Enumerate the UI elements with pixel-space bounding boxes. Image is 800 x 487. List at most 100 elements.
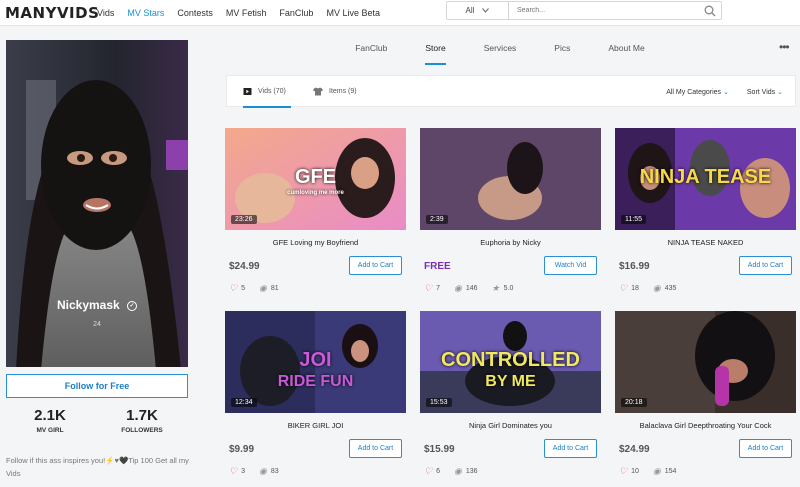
- likes[interactable]: ♡ 3: [229, 466, 245, 477]
- star-icon: ★: [491, 283, 500, 293]
- heart-icon: ♡: [229, 283, 238, 293]
- chevron-down-icon: ⌄: [723, 89, 729, 96]
- likes[interactable]: ♡ 6: [424, 466, 440, 477]
- nav-mv-fetish[interactable]: MV Fetish: [226, 8, 267, 18]
- video-card[interactable]: 2:39 Euphoria by Nicky FREE Watch Vid ♡ 7 ◉ 146…: [420, 128, 601, 304]
- chevron-down-icon: [482, 8, 490, 13]
- store-filter-bar: Vids (70) Items (9) All My Categories ⌄ …: [226, 75, 796, 108]
- views-count: 154: [664, 468, 677, 475]
- video-price: FREE: [424, 261, 451, 272]
- likes[interactable]: ♡ 10: [619, 466, 639, 477]
- video-card[interactable]: CONTROLLED BY ME 15:53 Ninja Girl Dominates…: [420, 311, 601, 487]
- profile-sidebar: Nickymask ✓ 24 Follow for Free 2.1K MV G…: [0, 26, 200, 478]
- add-to-cart-button[interactable]: Add to Cart: [739, 256, 792, 275]
- video-thumbnail[interactable]: 20:18: [615, 311, 796, 413]
- add-to-cart-button[interactable]: Add to Cart: [349, 256, 402, 275]
- video-card[interactable]: GFE cumloving me more 23:26 GFE Loving my B…: [225, 128, 406, 304]
- nav-vids[interactable]: Vids: [97, 8, 114, 18]
- eye-icon: ◉: [453, 283, 462, 293]
- tab-pics[interactable]: Pics: [554, 26, 570, 66]
- video-thumbnail[interactable]: NINJA TEASE 11:55: [615, 128, 796, 230]
- tab-store[interactable]: Store: [425, 26, 447, 66]
- video-price: $15.99: [424, 444, 455, 455]
- video-thumbnail[interactable]: GFE cumloving me more 23:26: [225, 128, 406, 230]
- views: ◉ 136: [454, 466, 478, 477]
- more-options-icon[interactable]: •••: [779, 40, 790, 54]
- filter-controls: All My Categories ⌄ Sort Vids ⌄: [666, 76, 783, 108]
- likes[interactable]: ♡ 18: [619, 283, 639, 294]
- likes-count: 5: [241, 285, 245, 292]
- video-title[interactable]: GFE Loving my Boyfriend: [225, 238, 406, 247]
- views: ◉ 81: [259, 283, 279, 294]
- video-card[interactable]: JOI RIDE FUN 12:34 BIKER GIRL JOI $9.99 Add t…: [225, 311, 406, 487]
- video-thumbnail[interactable]: CONTROLLED BY ME 15:53: [420, 311, 601, 413]
- tab-services[interactable]: Services: [484, 26, 517, 66]
- video-stats: ♡ 7 ◉ 146 ★ 5.0: [424, 283, 527, 294]
- shirt-icon: [313, 87, 323, 95]
- search-scope-select[interactable]: All: [447, 2, 509, 19]
- categories-label: All My Categories: [666, 89, 722, 96]
- views: ◉ 146: [454, 283, 478, 294]
- sort-dropdown[interactable]: Sort Vids ⌄: [747, 88, 783, 96]
- thumbnail-overlay-subtext: cumloving me more: [287, 190, 344, 196]
- search-icon[interactable]: [699, 5, 721, 17]
- video-price: $24.99: [229, 261, 260, 272]
- tab-about-me[interactable]: About Me: [608, 26, 644, 66]
- nav-contests[interactable]: Contests: [177, 8, 213, 18]
- video-card[interactable]: 20:18 Balaclava Girl Deepthroating Your C…: [615, 311, 796, 487]
- thumbnail-overlay-subtext: RIDE FUN: [277, 373, 354, 390]
- top-bar: MANYVIDS Vids MV Stars Contests MV Fetis…: [0, 0, 800, 26]
- stat-label: MV GIRL: [36, 427, 64, 434]
- thumbnail-overlay-text: GFE: [294, 166, 337, 188]
- main-nav: Vids MV Stars Contests MV Fetish FanClub…: [97, 8, 393, 18]
- video-card[interactable]: NINJA TEASE 11:55 NINJA TEASE NAKED $16.99 A…: [615, 128, 796, 304]
- profile-tabs: FanClub Store Services Pics About Me: [200, 26, 800, 66]
- video-title[interactable]: Euphoria by Nicky: [420, 238, 601, 247]
- follow-button[interactable]: Follow for Free: [6, 374, 188, 398]
- heart-icon: ♡: [424, 283, 433, 293]
- video-title[interactable]: NINJA TEASE NAKED: [615, 238, 796, 247]
- search-input[interactable]: [509, 7, 699, 14]
- filter-tab-vids[interactable]: Vids (70): [243, 75, 291, 108]
- eye-icon: ◉: [652, 466, 661, 476]
- video-thumbnail[interactable]: 2:39: [420, 128, 601, 230]
- thumbnail-overlay-text: JOI: [299, 349, 332, 371]
- watch-vid-button[interactable]: Watch Vid: [544, 256, 597, 275]
- rating: ★ 5.0: [492, 283, 514, 294]
- video-title[interactable]: Balaclava Girl Deepthroating Your Cock: [615, 421, 796, 430]
- video-stats: ♡ 6 ◉ 136: [424, 466, 492, 477]
- categories-dropdown[interactable]: All My Categories ⌄: [666, 88, 729, 96]
- likes-count: 10: [631, 468, 639, 475]
- heart-icon: ♡: [619, 466, 628, 476]
- add-to-cart-button[interactable]: Add to Cart: [739, 439, 792, 458]
- add-to-cart-button[interactable]: Add to Cart: [544, 439, 597, 458]
- tab-fanclub[interactable]: FanClub: [355, 26, 387, 66]
- video-title[interactable]: BIKER GIRL JOI: [225, 421, 406, 430]
- video-price: $9.99: [229, 444, 255, 455]
- views-count: 81: [270, 285, 279, 292]
- video-duration: 2:39: [426, 215, 448, 224]
- video-thumbnail[interactable]: JOI RIDE FUN 12:34: [225, 311, 406, 413]
- nav-mv-stars[interactable]: MV Stars: [127, 8, 164, 18]
- likes-count: 6: [436, 468, 440, 475]
- views: ◉ 83: [259, 466, 279, 477]
- profile-name-overlay: Nickymask ✓: [6, 298, 188, 312]
- filter-tab-items[interactable]: Items (9): [313, 75, 357, 107]
- video-stats: ♡ 5 ◉ 81: [229, 283, 293, 294]
- site-logo[interactable]: MANYVIDS: [5, 4, 99, 22]
- likes[interactable]: ♡ 5: [229, 283, 245, 294]
- likes-count: 3: [241, 468, 245, 475]
- video-duration: 12:34: [231, 398, 257, 407]
- nav-fanclub[interactable]: FanClub: [279, 8, 313, 18]
- stat-mv-girl: 2.1K MV GIRL: [20, 407, 80, 434]
- views: ◉ 154: [653, 466, 677, 477]
- views-count: 83: [270, 468, 279, 475]
- add-to-cart-button[interactable]: Add to Cart: [349, 439, 402, 458]
- heart-icon: ♡: [619, 283, 628, 293]
- nav-mv-live[interactable]: MV Live Beta: [326, 8, 380, 18]
- likes-count: 7: [436, 285, 440, 292]
- eye-icon: ◉: [258, 466, 267, 476]
- video-title[interactable]: Ninja Girl Dominates you: [420, 421, 601, 430]
- likes[interactable]: ♡ 7: [424, 283, 440, 294]
- profile-photo: Nickymask ✓ 24: [6, 40, 188, 367]
